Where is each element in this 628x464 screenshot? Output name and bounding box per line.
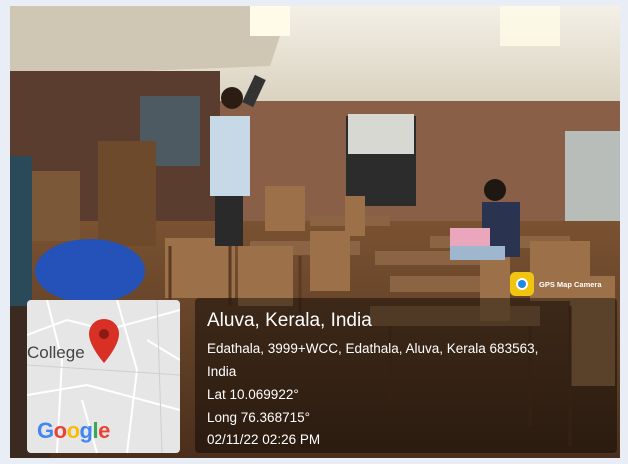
longitude: Long 76.368715° — [207, 410, 310, 425]
map-place-label: College — [27, 343, 85, 362]
latitude: Lat 10.069922° — [207, 387, 299, 402]
location-info-panel: Aluva, Kerala, India Edathala, 3999+WCC,… — [195, 298, 617, 453]
map-pin-icon — [89, 319, 119, 363]
app-label: GPS Map Camera — [539, 279, 602, 289]
google-logo: Google — [37, 418, 110, 443]
timestamp: 02/11/22 02:26 PM — [207, 432, 321, 447]
gps-app-badge: GPS Map Camera — [510, 268, 620, 300]
address-line-2: India — [207, 364, 237, 379]
address-line-1: Edathala, 3999+WCC, Edathala, Aluva, Ker… — [207, 341, 539, 356]
location-title: Aluva, Kerala, India — [207, 310, 372, 331]
gps-map-camera-icon — [510, 272, 534, 296]
location-map: College Google — [27, 300, 180, 453]
